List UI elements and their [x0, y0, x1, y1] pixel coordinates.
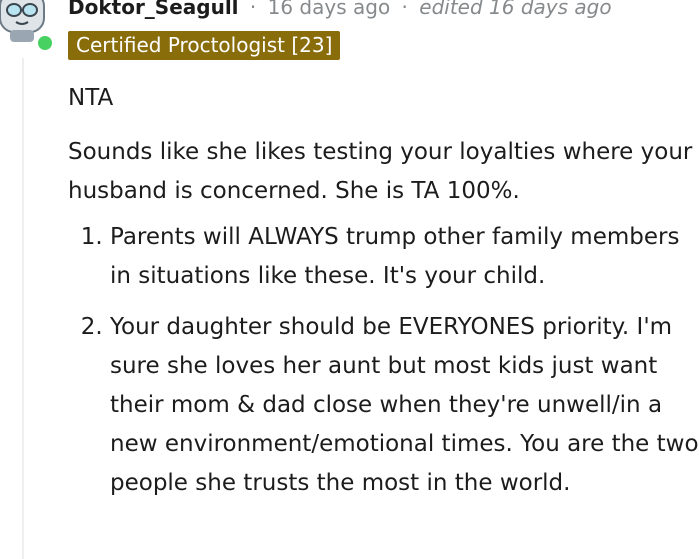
list-item: Parents will ALWAYS trump other family m…	[110, 218, 699, 296]
thread-collapse-line[interactable]	[22, 58, 24, 559]
comment-numbered-list: Parents will ALWAYS trump other family m…	[68, 218, 699, 503]
comment-meta: Doktor_Seagull · 16 days ago · edited 16…	[68, 0, 612, 20]
meta-separator: ·	[249, 0, 257, 19]
comment-paragraph: Sounds like she likes testing your loyal…	[68, 139, 693, 204]
meta-separator: ·	[401, 0, 408, 19]
username-link[interactable]: Doktor_Seagull	[68, 0, 239, 19]
user-flair: Certified Proctologist [23]	[68, 31, 341, 60]
comment-paragraph: NTA	[68, 85, 114, 111]
online-status-indicator	[36, 34, 54, 52]
comment-body: NTA Sounds like she likes testing your l…	[68, 79, 699, 515]
edited-timestamp: edited 16 days ago	[419, 0, 612, 19]
list-item: Your daughter should be EVERYONES priori…	[110, 308, 699, 503]
comment-timestamp[interactable]: 16 days ago	[268, 0, 391, 19]
